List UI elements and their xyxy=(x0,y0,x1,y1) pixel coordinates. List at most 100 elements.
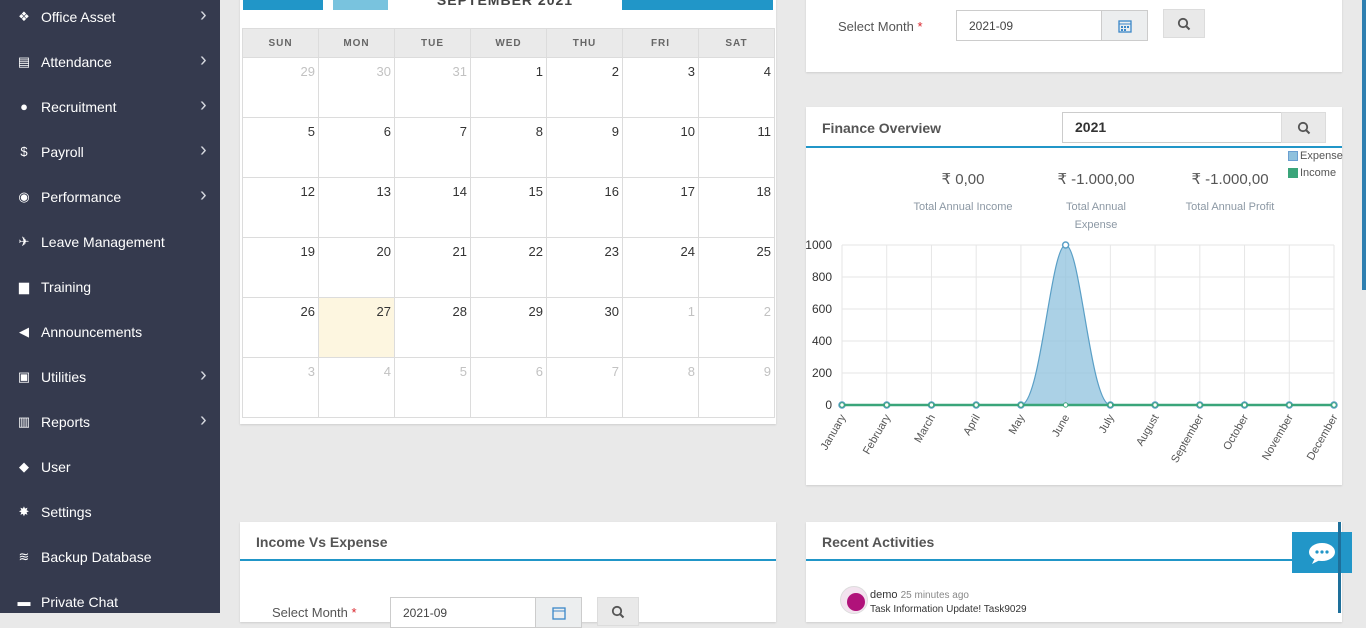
sidebar-item-performance[interactable]: ◉ Performance › xyxy=(0,174,220,219)
sidebar-item-attendance[interactable]: ▤ Attendance › xyxy=(0,39,220,84)
x-tick-label: June xyxy=(1050,413,1072,440)
income-vs-expense-title: Income Vs Expense xyxy=(256,534,388,550)
stat-profit-value: ₹ -1.000,00 xyxy=(1191,171,1269,188)
calendar-day[interactable]: 29 xyxy=(242,57,319,118)
calendar-day[interactable]: 7 xyxy=(394,117,471,178)
sidebar-item-user[interactable]: ◆ User xyxy=(0,444,220,489)
finance-title-underline xyxy=(806,146,1342,148)
calendar-today-button[interactable] xyxy=(333,0,388,10)
calendar-day[interactable]: 15 xyxy=(470,177,547,238)
calendar-day[interactable]: 30 xyxy=(546,297,623,358)
x-tick-label: October xyxy=(1221,412,1251,452)
calendar-day-today[interactable]: 27 xyxy=(318,297,395,358)
activity-user[interactable]: demo xyxy=(870,589,898,601)
calendar-day[interactable]: 4 xyxy=(318,357,395,418)
select-month-label: Select Month * xyxy=(838,19,923,34)
bar-chart-icon: ▥ xyxy=(17,413,31,429)
calendar-icon-button[interactable] xyxy=(1101,10,1148,41)
gears-icon: ✸ xyxy=(18,503,30,519)
expense-area xyxy=(842,244,1334,406)
chevron-right-icon: › xyxy=(200,364,207,386)
sidebar-item-office-asset[interactable]: ❖ Office Asset › xyxy=(0,0,220,39)
calendar-day[interactable]: 16 xyxy=(546,177,623,238)
calendar-day[interactable]: 2 xyxy=(546,57,623,118)
sidebar-item-label: Backup Database xyxy=(41,548,152,565)
sidebar-item-backup-database[interactable]: ≋ Backup Database xyxy=(0,534,220,579)
calendar-day[interactable]: 2 xyxy=(698,297,775,358)
year-search-button[interactable] xyxy=(1281,112,1326,143)
sidebar-item-reports[interactable]: ▥ Reports › xyxy=(0,399,220,444)
calendar-day[interactable]: 7 xyxy=(546,357,623,418)
search-icon xyxy=(611,605,625,618)
income-point xyxy=(1286,402,1292,408)
chat-float-button[interactable] xyxy=(1292,532,1352,573)
chevron-right-icon: › xyxy=(200,4,207,26)
sidebar-item-label: Performance xyxy=(41,188,122,205)
ive-search-button[interactable] xyxy=(597,597,639,626)
calendar-day[interactable]: 3 xyxy=(622,57,699,118)
weekday-header: TUE xyxy=(394,28,471,58)
calendar-day[interactable]: 31 xyxy=(394,57,471,118)
weekday-header: MON xyxy=(318,28,395,58)
calendar-day[interactable]: 20 xyxy=(318,237,395,298)
calendar-day[interactable]: 4 xyxy=(698,57,775,118)
sidebar-item-recruitment[interactable]: ● Recruitment › xyxy=(0,84,220,129)
calendar-day[interactable]: 28 xyxy=(394,297,471,358)
scrollbar-thumb[interactable] xyxy=(1362,0,1366,290)
month-search-button[interactable] xyxy=(1163,9,1205,38)
calendar-day[interactable]: 21 xyxy=(394,237,471,298)
calendar-prev-button[interactable] xyxy=(243,0,323,10)
calendar-day[interactable]: 22 xyxy=(470,237,547,298)
calendar-day[interactable]: 12 xyxy=(242,177,319,238)
sidebar-item-training[interactable]: ▆ Training xyxy=(0,264,220,309)
calendar-day[interactable]: 6 xyxy=(470,357,547,418)
calendar-day[interactable]: 24 xyxy=(622,237,699,298)
calendar-day[interactable]: 17 xyxy=(622,177,699,238)
calendar-day[interactable]: 10 xyxy=(622,117,699,178)
sidebar-item-settings[interactable]: ✸ Settings xyxy=(0,489,220,534)
activity-text: Task Information Update! Task9029 xyxy=(870,604,1027,615)
income-point xyxy=(1107,402,1114,408)
sidebar-item-announcements[interactable]: ◀ Announcements xyxy=(0,309,220,354)
calendar-day[interactable]: 1 xyxy=(470,57,547,118)
y-tick-label: 0 xyxy=(825,398,832,412)
gift-icon: ▣ xyxy=(17,368,31,384)
calendar-day[interactable]: 5 xyxy=(242,117,319,178)
calendar-view-button[interactable] xyxy=(622,0,773,10)
chevron-right-icon: › xyxy=(200,409,207,431)
income-point xyxy=(973,402,979,408)
calendar-day[interactable]: 1 xyxy=(622,297,699,358)
calendar-day[interactable]: 14 xyxy=(394,177,471,238)
sidebar-item-label: Leave Management xyxy=(41,233,165,250)
year-input[interactable]: 2021 xyxy=(1062,112,1282,143)
month-input[interactable]: 2021-09 xyxy=(956,10,1103,41)
calendar-day[interactable]: 13 xyxy=(318,177,395,238)
calendar-day[interactable]: 25 xyxy=(698,237,775,298)
calendar-day[interactable]: 29 xyxy=(470,297,547,358)
calendar-day[interactable]: 11 xyxy=(698,117,775,178)
sidebar-item-payroll[interactable]: $ Payroll › xyxy=(0,129,220,174)
file-icon: ▤ xyxy=(17,53,31,69)
calendar-day[interactable]: 6 xyxy=(318,117,395,178)
calendar-day[interactable]: 3 xyxy=(242,357,319,418)
sidebar-item-leave-management[interactable]: ✈ Leave Management xyxy=(0,219,220,264)
calendar-day[interactable]: 18 xyxy=(698,177,775,238)
calendar-day[interactable]: 5 xyxy=(394,357,471,418)
chevron-right-icon: › xyxy=(200,49,207,71)
calendar-day[interactable]: 23 xyxy=(546,237,623,298)
chat-icon: ▬ xyxy=(17,594,31,609)
calendar-day[interactable]: 8 xyxy=(470,117,547,178)
right-edge-bar xyxy=(1338,522,1341,613)
income-point xyxy=(1241,402,1248,408)
calendar-day[interactable]: 30 xyxy=(318,57,395,118)
sidebar-item-private-chat[interactable]: ▬ Private Chat xyxy=(0,579,220,624)
calendar-day[interactable]: 8 xyxy=(622,357,699,418)
calendar-day[interactable]: 9 xyxy=(546,117,623,178)
calendar-day[interactable]: 9 xyxy=(698,357,775,418)
legend-expense-swatch xyxy=(1288,151,1298,161)
x-tick-label: March xyxy=(912,413,938,445)
calendar-day[interactable]: 26 xyxy=(242,297,319,358)
chevron-right-icon: › xyxy=(200,139,207,161)
sidebar-item-utilities[interactable]: ▣ Utilities › xyxy=(0,354,220,399)
calendar-day[interactable]: 19 xyxy=(242,237,319,298)
